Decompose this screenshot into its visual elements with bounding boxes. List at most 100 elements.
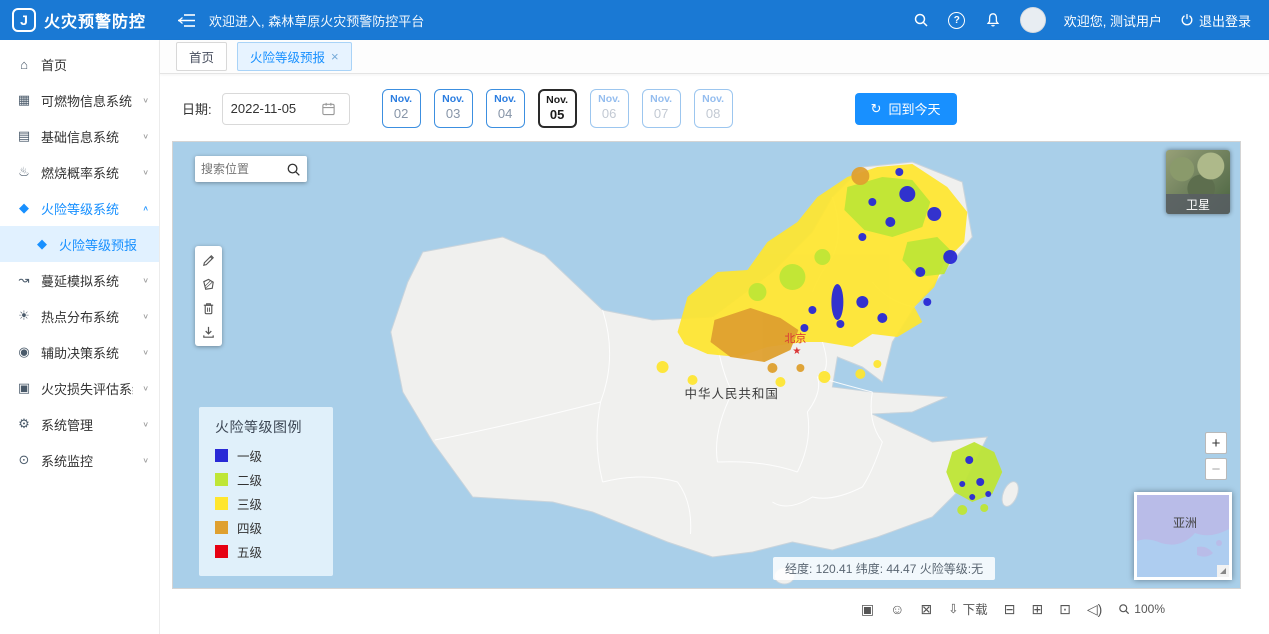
- sidebar-item-system-monitor[interactable]: ⊙ 系统监控 ∨: [0, 442, 159, 478]
- annotate-icon[interactable]: ⊠: [920, 602, 932, 616]
- logout-label: 退出登录: [1199, 11, 1251, 30]
- sidebar-item-system-management[interactable]: ⚙ 系统管理 ∨: [0, 406, 159, 442]
- sidebar-item-spread-simulation[interactable]: ↝ 蔓延模拟系统 ∨: [0, 262, 159, 298]
- zoom-in-button[interactable]: +: [1205, 432, 1227, 454]
- legend-item: 一级: [215, 446, 319, 465]
- close-icon[interactable]: ×: [331, 50, 339, 63]
- date-chip-nov-03[interactable]: Nov. 03: [434, 89, 473, 128]
- burn-probability-icon: ♨: [16, 164, 32, 180]
- logout-button[interactable]: 退出登录: [1180, 11, 1251, 30]
- zoom-out-button[interactable]: −: [1205, 458, 1227, 480]
- sidebar-item-decision-support[interactable]: ◉ 辅助决策系统 ∨: [0, 334, 159, 370]
- map-search-box[interactable]: [195, 156, 307, 182]
- download-icon[interactable]: [200, 323, 218, 341]
- satellite-layer-switcher[interactable]: 卫星: [1166, 150, 1230, 214]
- sidebar-item-label: 火灾损失评估系统: [41, 379, 133, 398]
- legend-swatch: [215, 497, 228, 510]
- date-chip-nov-07[interactable]: Nov. 07: [642, 89, 681, 128]
- zoom-controls: + −: [1205, 432, 1227, 480]
- china-map[interactable]: 北京 ★ 中华人民共和国: [173, 142, 1240, 588]
- tab-label: 首页: [189, 47, 214, 66]
- overview-minimap[interactable]: 亚洲: [1134, 492, 1232, 580]
- collapse-sidebar-icon[interactable]: [178, 13, 195, 28]
- chevron-down-icon: ∨: [142, 312, 149, 321]
- tab-fire-risk-forecast[interactable]: 火险等级预报 ×: [237, 42, 352, 71]
- speaker-icon[interactable]: ◁): [1087, 602, 1102, 616]
- sidebar-item-basic-info[interactable]: ▤ 基础信息系统 ∨: [0, 118, 159, 154]
- home-icon: ⌂: [16, 57, 32, 72]
- chip-month: Nov.: [540, 94, 575, 107]
- chip-day: 03: [435, 106, 472, 122]
- sidebar-item-label: 系统监控: [41, 451, 133, 470]
- chevron-down-icon: ∨: [142, 168, 149, 177]
- polygon-draw-icon[interactable]: [200, 275, 218, 293]
- refresh-icon: ↻: [871, 101, 882, 117]
- screenshot-icon[interactable]: ▣: [861, 602, 874, 616]
- chevron-down-icon: ∨: [142, 456, 149, 465]
- legend-label: 三级: [237, 494, 262, 513]
- date-picker[interactable]: [222, 93, 350, 125]
- map-container[interactable]: 北京 ★ 中华人民共和国 火险等级图例: [172, 141, 1241, 589]
- sidebar-item-label: 辅助决策系统: [41, 343, 133, 362]
- user-avatar[interactable]: [1020, 7, 1046, 33]
- sidebar-item-burn-probability[interactable]: ♨ 燃烧概率系统 ∨: [0, 154, 159, 190]
- sidebar-item-label: 热点分布系统: [41, 307, 133, 326]
- delete-icon[interactable]: [200, 299, 218, 317]
- zoom-level-control[interactable]: 100%: [1118, 602, 1165, 616]
- date-chip-row: Nov. 02 Nov. 03 Nov. 04 Nov. 05 Nov. 06 …: [382, 89, 733, 128]
- sidebar-item-label: 蔓延模拟系统: [41, 271, 133, 290]
- sidebar-item-loss-assessment[interactable]: ▣ 火灾损失评估系统 ∨: [0, 370, 159, 406]
- sidebar-item-combustible-info[interactable]: ▦ 可燃物信息系统 ∨: [0, 82, 159, 118]
- legend-swatch: [215, 545, 228, 558]
- capital-label: 北京: [784, 331, 806, 345]
- measure-icon[interactable]: [200, 251, 218, 269]
- date-input[interactable]: [231, 101, 315, 116]
- date-chip-nov-06[interactable]: Nov. 06: [590, 89, 629, 128]
- chip-day: 02: [383, 106, 420, 122]
- date-chip-nov-08[interactable]: Nov. 08: [694, 89, 733, 128]
- date-chip-nov-04[interactable]: Nov. 04: [486, 89, 525, 128]
- legend-swatch: [215, 473, 228, 486]
- window-icon[interactable]: ⊟: [1004, 602, 1016, 616]
- emoji-icon[interactable]: ☺: [890, 602, 904, 616]
- sidebar-item-fire-risk-forecast[interactable]: ◆ 火险等级预报: [0, 226, 159, 262]
- loss-assessment-icon: ▣: [16, 380, 32, 396]
- sidebar-item-label: 燃烧概率系统: [41, 163, 133, 182]
- chevron-down-icon: ∨: [142, 384, 149, 393]
- tab-home[interactable]: 首页: [176, 42, 227, 71]
- chevron-down-icon: ∨: [142, 348, 149, 357]
- search-icon[interactable]: [912, 11, 930, 29]
- map-search-input[interactable]: [201, 162, 286, 176]
- legend-item: 三级: [215, 494, 319, 513]
- sidebar-item-fire-risk-system[interactable]: ◆ 火险等级系统 ∧: [0, 190, 159, 226]
- welcome-text: 欢迎进入, 森林草原火灾预警防控平台: [209, 11, 424, 30]
- fire-risk-system-icon: ◆: [16, 200, 32, 216]
- grid-icon[interactable]: ⊞: [1031, 602, 1043, 616]
- legend-item: 四级: [215, 518, 319, 537]
- download-button[interactable]: ⇩ 下载: [948, 599, 988, 618]
- country-label: 中华人民共和国: [685, 386, 779, 401]
- notification-bell-icon[interactable]: [984, 11, 1002, 29]
- chip-month: Nov.: [591, 93, 628, 106]
- decision-support-icon: ◉: [16, 344, 32, 360]
- help-icon[interactable]: ?: [948, 11, 966, 29]
- logout-icon: [1180, 13, 1194, 27]
- chip-month: Nov.: [643, 93, 680, 106]
- chip-month: Nov.: [383, 93, 420, 106]
- sidebar-item-home[interactable]: ⌂ 首页: [0, 46, 159, 82]
- legend-title: 火险等级图例: [215, 417, 319, 437]
- sidebar-item-hotspot-distribution[interactable]: ☀ 热点分布系统 ∨: [0, 298, 159, 334]
- coordinate-status: 经度: 120.41 纬度: 44.47 火险等级:无: [773, 557, 995, 580]
- chevron-down-icon: ∨: [142, 276, 149, 285]
- logo-area: J 火灾预警防控: [0, 8, 160, 32]
- app-title: 火灾预警防控: [44, 8, 146, 32]
- sidebar-item-label: 基础信息系统: [41, 127, 133, 146]
- date-chip-nov-05[interactable]: Nov. 05: [538, 89, 577, 128]
- chip-month: Nov.: [435, 93, 472, 106]
- copy-icon[interactable]: ⊡: [1059, 602, 1071, 616]
- tab-label: 火险等级预报: [250, 47, 325, 66]
- bottom-status-strip: ▣ ☺ ⊠ ⇩ 下载 ⊟ ⊞ ⊡ ◁) 100%: [160, 595, 1269, 618]
- date-chip-nov-02[interactable]: Nov. 02: [382, 89, 421, 128]
- back-to-today-button[interactable]: ↻ 回到今天: [855, 93, 957, 125]
- overview-label: 亚洲: [1173, 516, 1197, 530]
